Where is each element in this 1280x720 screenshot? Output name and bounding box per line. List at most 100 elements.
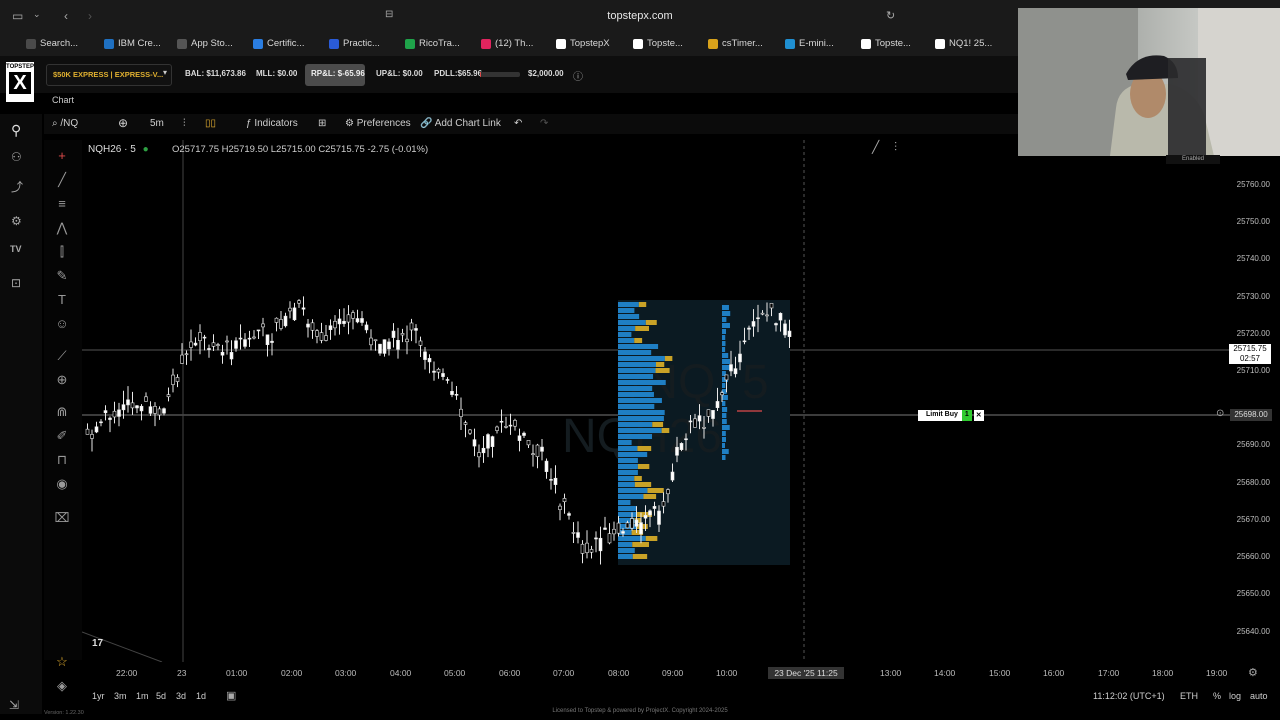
- candle-body: [166, 394, 171, 398]
- bookmark-item[interactable]: (12) Th...: [481, 38, 533, 49]
- trendline-tool-icon[interactable]: ╱: [54, 172, 70, 188]
- text-tool-icon[interactable]: T: [54, 292, 70, 308]
- bookmark-item[interactable]: App Sto...: [177, 38, 233, 49]
- pattern-tool-icon[interactable]: ⋀: [54, 220, 70, 236]
- lock-icon[interactable]: ⊡: [11, 276, 21, 290]
- candles-icon[interactable]: ⚲: [11, 122, 21, 139]
- settings-icon[interactable]: ⚙: [11, 214, 22, 228]
- session-profile-bar: [722, 305, 729, 310]
- bookmark-item[interactable]: Search...: [26, 38, 78, 49]
- candle-body: [724, 374, 729, 381]
- redo-icon[interactable]: ↷: [540, 118, 548, 129]
- zoom-tool-icon[interactable]: ⊕: [54, 372, 70, 388]
- range-button-5d[interactable]: 5d: [156, 691, 166, 701]
- magnet-tool-icon[interactable]: ⋒: [54, 404, 70, 420]
- log-toggle[interactable]: log: [1229, 691, 1241, 701]
- account-select[interactable]: $50K EXPRESS | EXPRESS-V... ▾: [46, 64, 172, 86]
- candle-body: [454, 394, 459, 396]
- bookmark-item[interactable]: csTimer...: [708, 38, 763, 49]
- axis-settings-icon[interactable]: ⚙: [1248, 666, 1258, 679]
- range-button-3m[interactable]: 3m: [114, 691, 127, 701]
- favorites-star-icon[interactable]: ☆: [54, 654, 70, 670]
- cancel-order-icon[interactable]: ✕: [973, 410, 984, 421]
- bookmark-item[interactable]: E-mini...: [785, 38, 834, 49]
- prediction-tool-icon[interactable]: ⫿: [54, 244, 70, 260]
- object-tree-icon[interactable]: ◈: [54, 678, 70, 694]
- candle-body: [270, 340, 274, 343]
- calendar-icon[interactable]: ▣: [226, 689, 236, 702]
- forward-arrow-icon[interactable]: ›: [88, 9, 92, 23]
- url-bar[interactable]: topstepx.com: [560, 10, 720, 22]
- site-settings-icon[interactable]: ⊟: [385, 9, 393, 20]
- chevron-down-icon[interactable]: ⌄: [33, 9, 41, 20]
- candlestick-chart[interactable]: /NQ, 5NQH26: [82, 140, 1232, 662]
- bookmark-item[interactable]: Topste...: [633, 38, 683, 49]
- candle-body: [769, 302, 774, 309]
- add-chart-link-button[interactable]: 🔗 Add Chart Link: [420, 118, 501, 129]
- bookmark-item[interactable]: Practic...: [329, 38, 380, 49]
- undo-icon[interactable]: ↶: [514, 118, 522, 129]
- clock[interactable]: 11:12:02 (UTC+1): [1093, 691, 1165, 701]
- percent-toggle[interactable]: %: [1213, 691, 1221, 701]
- lock-drawings-icon[interactable]: ⊓: [54, 452, 70, 468]
- tab-chart[interactable]: Chart: [52, 95, 74, 105]
- session-toggle[interactable]: ETH: [1180, 691, 1198, 701]
- people-icon[interactable]: ⚇: [11, 150, 22, 164]
- candle-body: [450, 391, 454, 395]
- bookmark-item[interactable]: IBM Cre...: [104, 38, 161, 49]
- reload-icon[interactable]: ↻: [886, 9, 895, 22]
- candle-body: [639, 522, 643, 535]
- drawing-mode-icon[interactable]: ✐: [54, 428, 70, 444]
- candle-body: [621, 531, 625, 534]
- trend-icon[interactable]: ⤴: [11, 178, 23, 195]
- candle-body: [585, 542, 589, 553]
- price-tick-label: 25720.00: [1236, 329, 1270, 338]
- limit-buy-qty[interactable]: 1: [961, 410, 972, 421]
- range-button-1yr[interactable]: 1yr: [92, 691, 105, 701]
- range-button-1d[interactable]: 1d: [196, 691, 206, 701]
- line-tool-icon[interactable]: ╱: [872, 140, 879, 154]
- range-button-1m[interactable]: 1m: [136, 691, 149, 701]
- fib-tool-icon[interactable]: ≡: [54, 196, 70, 212]
- auto-toggle[interactable]: auto: [1250, 691, 1268, 701]
- range-button-3d[interactable]: 3d: [176, 691, 186, 701]
- time-tick-label: 08:00: [608, 668, 630, 678]
- interval-button[interactable]: 5m: [150, 118, 164, 129]
- price-axis[interactable]: 25760.00 25750.00 25740.00 25730.00 25720.00…: [1232, 140, 1280, 670]
- symbol-search[interactable]: ⌕ /NQ: [52, 118, 78, 129]
- session-profile-bar: [722, 395, 728, 400]
- volume-profile-bar-value: [647, 488, 664, 493]
- hide-drawings-icon[interactable]: ◉: [54, 476, 70, 492]
- indicators-button[interactable]: ƒ Indicators: [246, 118, 298, 129]
- tradingview-icon[interactable]: TV: [10, 244, 22, 254]
- bookmark-item[interactable]: Certific...: [253, 38, 304, 49]
- emoji-tool-icon[interactable]: ☺: [54, 316, 70, 332]
- bookmark-item[interactable]: RicoTra...: [405, 38, 460, 49]
- brush-tool-icon[interactable]: ✎: [54, 268, 70, 284]
- candle-style-icon[interactable]: ▯▯: [205, 118, 216, 129]
- candle-body: [238, 337, 243, 340]
- crosshair-tool-icon[interactable]: +: [54, 148, 70, 164]
- candle-body: [94, 426, 99, 433]
- ruler-tool-icon[interactable]: ⟋: [54, 348, 70, 364]
- bookmark-item[interactable]: Topste...: [861, 38, 911, 49]
- candle-body: [616, 522, 621, 534]
- price-tick-label: 25740.00: [1236, 254, 1270, 263]
- add-symbol-icon[interactable]: ⊕: [118, 116, 128, 130]
- bookmark-item[interactable]: NQ1! 25...: [935, 38, 992, 49]
- volume-profile-bar: [618, 404, 655, 409]
- trash-icon[interactable]: ⌧: [54, 510, 70, 526]
- measure-tool-icon[interactable]: ⫶: [894, 140, 897, 155]
- crosshair-target-icon[interactable]: ⊙: [1216, 408, 1224, 419]
- back-arrow-icon[interactable]: ‹: [64, 9, 68, 23]
- sidebar-toggle-icon[interactable]: ▭: [12, 9, 23, 23]
- layout-icon[interactable]: ⊞: [318, 118, 326, 129]
- candle-body: [247, 337, 252, 340]
- info-icon[interactable]: ⓘ: [573, 68, 583, 83]
- limit-buy-order[interactable]: Limit Buy 1 ✕: [918, 410, 984, 421]
- preferences-button[interactable]: ⚙ Preferences: [345, 118, 411, 129]
- candle-body: [549, 479, 553, 481]
- candle-body: [495, 426, 499, 431]
- bars-style-icon[interactable]: ⫶: [183, 118, 186, 129]
- bookmark-item[interactable]: TopstepX: [556, 38, 610, 49]
